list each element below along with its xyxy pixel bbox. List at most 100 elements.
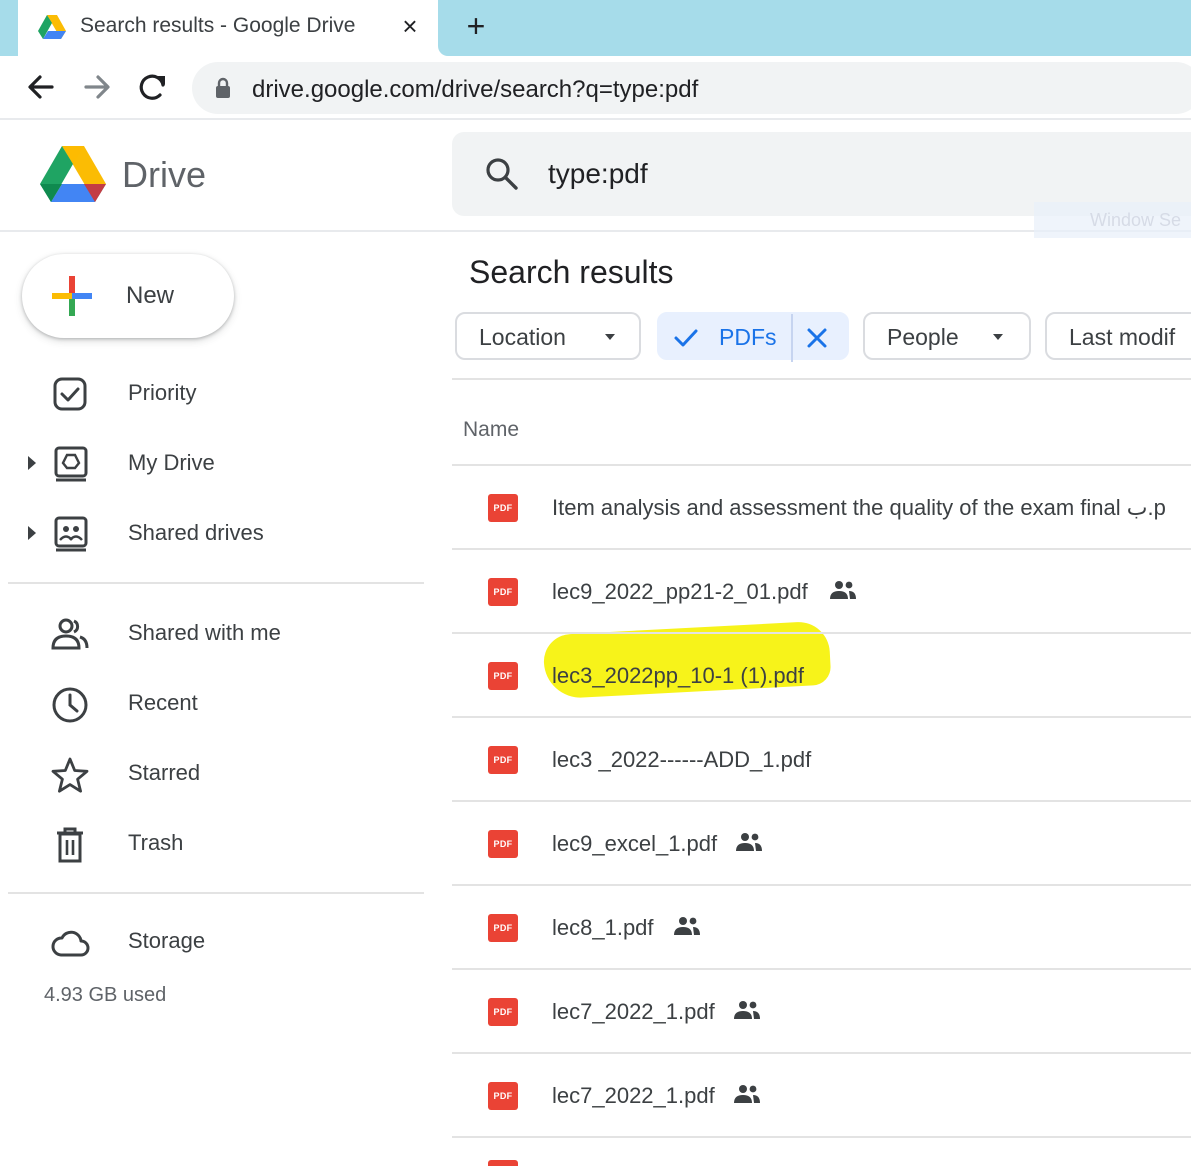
dropdown-arrow-icon [993,334,1003,340]
browser-tab-bar: Search results - Google Drive × + [0,0,1191,56]
pdf-badge: PDF [493,839,513,849]
sidebar-item-label: Trash [128,830,184,855]
sidebar-divider [8,582,424,584]
page-title: Search results [469,254,674,290]
sidebar-item-label: Starred [128,760,201,785]
sidebar-divider [8,892,424,894]
expand-caret-icon[interactable] [26,524,38,542]
clock-icon [52,687,88,723]
storage-used-text: 4.93 GB used [44,984,167,1006]
file-name: lec7_2022_1.pdf [552,999,715,1024]
drive-header: Drive Window Se [0,120,1191,238]
trash-icon [57,827,83,863]
forward-arrow-icon[interactable] [78,68,116,106]
chip-label: Location [479,324,566,350]
windows-overlay-ghost: Window Se [1034,202,1191,238]
file-name: lec9_excel_1.pdf [552,831,718,856]
tab-strip-empty-area [438,0,1191,56]
back-arrow-icon[interactable] [22,68,60,106]
sidebar-item-label: Storage [128,928,206,953]
pdf-file-icon: PDF [488,578,518,606]
sidebar-item-storage[interactable]: Storage [0,912,430,972]
shared-people-icon [674,917,700,935]
check-icon [674,329,698,347]
tab-title: Search results - Google Drive [80,14,356,37]
pdf-file-icon: PDF [488,830,518,858]
sidebar-item-priority[interactable]: Priority [0,364,430,424]
pdfs-filter-chip[interactable]: PDFs [657,312,849,362]
url-text[interactable]: drive.google.com/drive/search?q=type:pdf [252,76,698,104]
last-modified-filter-chip[interactable]: Last modif [1045,312,1191,360]
shared-people-icon [830,581,856,599]
file-row[interactable]: PDF lec3 _2022------ADD_1.pdf [452,718,1191,802]
pdf-file-icon: PDF [488,746,518,774]
lock-icon[interactable] [214,77,232,99]
people-filter-chip[interactable]: People [863,312,1031,360]
priority-check-icon [53,377,87,411]
shared-drives-icon [54,516,88,552]
sidebar-item-shared-drives[interactable]: Shared drives [0,504,430,564]
new-button[interactable]: New [22,254,234,338]
file-name-highlighted: lec3_2022pp_10-1 (1).pdf [552,663,804,688]
pdf-file-icon: PDF [488,998,518,1026]
sidebar-item-my-drive[interactable]: My Drive [0,434,430,494]
sidebar-item-starred[interactable]: Starred [0,744,430,804]
pdf-file-icon-partial [488,1160,518,1166]
file-row[interactable]: PDF lec7_2022_1.pdf [452,970,1191,1054]
new-tab-button[interactable]: + [458,10,494,44]
sidebar-item-recent[interactable]: Recent [0,674,430,734]
search-icon[interactable] [484,156,520,192]
pdf-badge: PDF [493,923,513,933]
file-name: lec3 _2022------ADD_1.pdf [552,747,812,772]
search-input[interactable] [548,152,1148,196]
browser-tab-active[interactable]: Search results - Google Drive × [18,0,438,56]
pdf-badge: PDF [493,1091,513,1101]
file-row[interactable]: PDF lec9_2022_pp21-2_01.pdf [452,550,1191,634]
reload-icon[interactable] [134,68,172,106]
file-name: lec9_2022_pp21-2_01.pdf [552,579,808,604]
close-icon[interactable] [805,326,829,350]
sidebar-item-shared-with-me[interactable]: Shared with me [0,604,430,664]
list-divider [452,1136,1191,1138]
browser-toolbar: drive.google.com/drive/search?q=type:pdf [0,56,1191,120]
pdf-file-icon: PDF [488,662,518,690]
name-column-header[interactable]: Name [463,418,519,442]
pdf-badge: PDF [493,503,513,513]
expand-caret-icon[interactable] [26,454,38,472]
shared-people-icon [734,1085,760,1103]
sidebar-item-label: My Drive [128,450,215,475]
sidebar-item-trash[interactable]: Trash [0,814,430,874]
new-button-label: New [126,282,175,309]
list-divider [452,378,1191,380]
my-drive-icon [54,446,88,482]
chip-separator [791,314,793,362]
file-row[interactable]: PDF Item analysis and assessment the qua… [452,466,1191,550]
pdf-file-icon: PDF [488,1082,518,1110]
pdf-badge: PDF [493,671,513,681]
google-drive-logo-icon[interactable] [40,144,106,204]
plus-icon [52,276,92,316]
tab-close-icon[interactable]: × [396,11,424,41]
sidebar-item-label: Priority [128,380,197,405]
file-row[interactable]: PDF lec3_2022pp_10-1 (1).pdf [452,634,1191,718]
app-title[interactable]: Drive [122,154,206,196]
pdf-file-icon: PDF [488,914,518,942]
file-row[interactable]: PDF lec7_2022_1.pdf [452,1054,1191,1138]
location-filter-chip[interactable]: Location [455,312,641,360]
tab-strip-left [0,0,18,56]
pdf-badge: PDF [493,755,513,765]
pdf-file-icon: PDF [488,494,518,522]
address-bar[interactable]: drive.google.com/drive/search?q=type:pdf [192,62,1191,114]
file-row[interactable]: PDF lec8_1.pdf [452,886,1191,970]
shared-people-icon [736,833,762,851]
chip-label: People [887,324,959,350]
file-name: lec8_1.pdf [552,915,654,940]
sidebar-item-label: Shared with me [128,620,281,645]
ghost-text: Window Se [1090,210,1182,230]
file-name: Item analysis and assessment the quality… [552,495,1166,520]
dropdown-arrow-icon [605,334,615,340]
chip-label: Last modif [1069,324,1176,350]
file-row[interactable]: PDF lec9_excel_1.pdf [452,802,1191,886]
google-drive-favicon-icon [38,15,66,39]
chip-label: PDFs [719,324,777,350]
